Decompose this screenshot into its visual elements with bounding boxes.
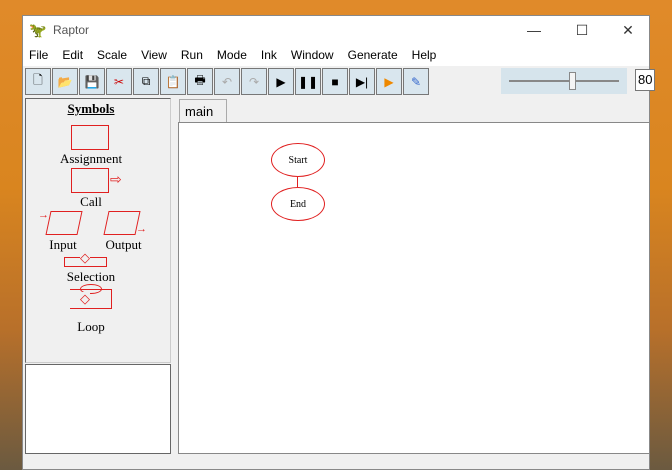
loop-label: Loop <box>77 319 105 334</box>
output-label: Output <box>105 237 142 252</box>
start-node[interactable]: Start <box>271 143 325 177</box>
redo-icon[interactable]: ↷ <box>241 68 267 95</box>
output-arrow-icon: → <box>136 223 147 235</box>
title-bar: 🦖 Raptor — ☐ ✕ <box>23 16 649 44</box>
speed-slider[interactable] <box>501 68 627 94</box>
menu-window[interactable]: Window <box>291 48 334 62</box>
open-folder-icon[interactable]: 📂 <box>52 68 78 95</box>
raptor-logo-icon: 🦖 <box>29 21 47 38</box>
zoom-input[interactable]: 80 <box>635 69 655 91</box>
play-icon[interactable]: ▶ <box>268 68 294 95</box>
assignment-label: Assignment <box>59 151 123 166</box>
menu-file[interactable]: File <box>29 48 48 62</box>
paste-icon[interactable]: 📋 <box>160 68 186 95</box>
assignment-symbol[interactable] <box>71 125 109 150</box>
menu-help[interactable]: Help <box>412 48 437 62</box>
stop-icon[interactable]: ■ <box>322 68 348 95</box>
connector-arrow <box>297 177 298 187</box>
print-icon[interactable]: 🖶 <box>187 68 213 95</box>
minimize-button[interactable]: — <box>511 16 557 44</box>
call-label: Call <box>80 194 102 209</box>
menu-scale[interactable]: Scale <box>97 48 127 62</box>
close-button[interactable]: ✕ <box>605 16 651 44</box>
menu-run[interactable]: Run <box>181 48 203 62</box>
test-server-icon[interactable]: ▶ <box>376 68 402 95</box>
window-title: Raptor <box>53 23 90 37</box>
raptor-window: 🦖 Raptor — ☐ ✕ File Edit Scale View Run … <box>22 15 655 470</box>
tab-main[interactable]: main <box>179 99 227 123</box>
step-icon[interactable]: ▶| <box>349 68 375 95</box>
watch-panel <box>25 364 171 454</box>
symbols-panel: Symbols Assignment ⇨ Call → Input → Outp… <box>25 98 171 363</box>
toolbar: 🗋 📂 💾 ✂ ⧉ 📋 🖶 ↶ ↷ ▶ ❚❚ ■ ▶| ▶ ✎ <box>25 68 430 96</box>
copy-icon[interactable]: ⧉ <box>133 68 159 95</box>
undo-icon[interactable]: ↶ <box>214 68 240 95</box>
selection-diamond-icon: ◇ <box>80 250 90 265</box>
menu-edit[interactable]: Edit <box>62 48 83 62</box>
save-icon[interactable]: 💾 <box>79 68 105 95</box>
new-file-icon[interactable]: 🗋 <box>25 68 51 95</box>
menu-ink[interactable]: Ink <box>261 48 277 62</box>
output-symbol[interactable] <box>103 211 141 235</box>
loop-diamond-icon: ◇ <box>80 291 90 306</box>
menu-view[interactable]: View <box>141 48 167 62</box>
input-arrow-icon: → <box>38 209 49 221</box>
cut-icon[interactable]: ✂ <box>106 68 132 95</box>
loop-frame-icon <box>70 289 112 309</box>
end-node[interactable]: End <box>271 187 325 221</box>
symbols-heading: Symbols <box>67 101 115 116</box>
call-symbol[interactable] <box>71 168 109 193</box>
menu-mode[interactable]: Mode <box>217 48 247 62</box>
menu-bar: File Edit Scale View Run Mode Ink Window… <box>23 44 649 66</box>
maximize-button[interactable]: ☐ <box>559 16 605 44</box>
slider-thumb[interactable] <box>569 72 576 90</box>
pause-icon[interactable]: ❚❚ <box>295 68 321 95</box>
flowchart-canvas[interactable]: Start End <box>178 122 650 454</box>
menu-generate[interactable]: Generate <box>348 48 398 62</box>
selection-label: Selection <box>66 269 116 284</box>
pen-icon[interactable]: ✎ <box>403 68 429 95</box>
input-label: Input <box>49 237 77 252</box>
input-symbol[interactable] <box>45 211 83 235</box>
call-arrow-icon: ⇨ <box>110 173 122 188</box>
